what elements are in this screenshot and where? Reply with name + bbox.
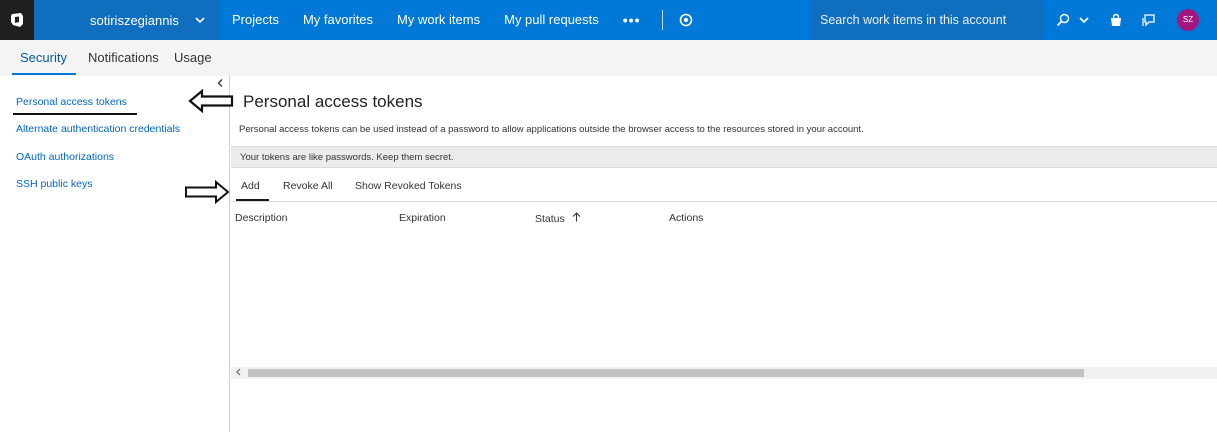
left-arrow-annotation-icon — [188, 89, 234, 113]
column-header-status[interactable]: Status — [535, 212, 581, 225]
tab-usage[interactable]: Usage — [174, 50, 212, 65]
toolbar-divider — [231, 201, 1217, 202]
tab-security[interactable]: Security — [20, 50, 67, 65]
search-input[interactable]: Search work items in this account — [812, 0, 1044, 40]
sidebar-item-alternate-credentials[interactable]: Alternate authentication credentials — [16, 123, 180, 135]
active-tab-indicator — [12, 73, 76, 75]
chevron-left-icon — [217, 79, 223, 87]
sidebar-item-personal-access-tokens[interactable]: Personal access tokens — [16, 96, 127, 108]
search-options-button[interactable] — [1075, 11, 1093, 29]
page-description: Personal access tokens can be used inste… — [239, 124, 864, 135]
column-header-description[interactable]: Description — [235, 212, 288, 224]
column-header-actions[interactable]: Actions — [669, 212, 703, 224]
column-header-expiration[interactable]: Expiration — [399, 212, 446, 224]
nav-divider — [662, 10, 664, 30]
settings-tabs: Security Notifications Usage — [0, 40, 1217, 76]
avatar[interactable]: SZ — [1177, 9, 1199, 31]
logo-icon — [11, 13, 23, 27]
nav-projects[interactable]: Projects — [220, 0, 291, 40]
settings-button[interactable] — [677, 11, 695, 29]
chevron-down-icon — [1079, 17, 1089, 24]
column-header-status-label: Status — [535, 213, 565, 225]
add-button[interactable]: Add — [241, 180, 260, 192]
gear-icon — [680, 13, 693, 27]
show-revoked-tokens-button[interactable]: Show Revoked Tokens — [355, 180, 462, 192]
revoke-all-button[interactable]: Revoke All — [283, 180, 333, 192]
marketplace-button[interactable] — [1107, 11, 1125, 29]
feedback-button[interactable] — [1139, 11, 1157, 29]
search-button[interactable] — [1054, 11, 1072, 29]
horizontal-scrollbar[interactable] — [231, 367, 1217, 379]
account-selector[interactable]: sotiriszegiannis — [34, 0, 220, 40]
chat-icon — [1141, 13, 1155, 27]
secret-warning-banner: Your tokens are like passwords. Keep the… — [231, 146, 1217, 168]
nav-my-favorites[interactable]: My favorites — [291, 0, 385, 40]
sidebar-active-indicator — [13, 113, 137, 115]
shopping-bag-icon — [1111, 13, 1121, 26]
tab-notifications[interactable]: Notifications — [88, 50, 159, 65]
scrollbar-thumb[interactable] — [248, 369, 1084, 377]
left-navigation-pane: Personal access tokens Alternate authent… — [0, 76, 230, 432]
right-arrow-annotation-icon — [185, 180, 230, 204]
page-title: Personal access tokens — [243, 92, 423, 111]
sidebar-item-oauth-authorizations[interactable]: OAuth authorizations — [16, 151, 114, 163]
account-name: sotiriszegiannis — [90, 12, 179, 28]
search-icon — [1056, 13, 1070, 27]
chevron-down-icon — [195, 17, 205, 24]
vsts-logo[interactable] — [0, 0, 34, 40]
nav-my-pull-requests[interactable]: My pull requests — [492, 0, 611, 40]
scroll-left-icon[interactable] — [236, 367, 241, 379]
sort-ascending-icon — [572, 212, 581, 222]
more-menu-button[interactable]: ••• — [611, 12, 653, 28]
nav-my-work-items[interactable]: My work items — [385, 0, 492, 40]
sidebar-item-ssh-public-keys[interactable]: SSH public keys — [16, 178, 92, 190]
